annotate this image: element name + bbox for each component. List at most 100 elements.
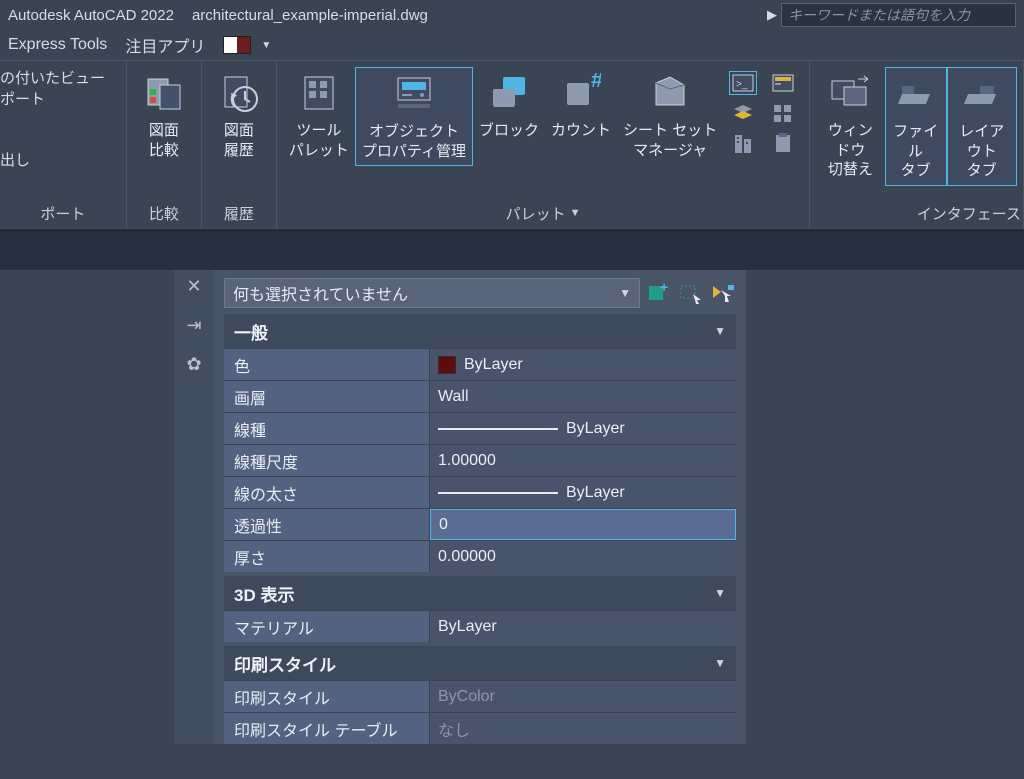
section-printstyle-label: 印刷スタイル xyxy=(234,651,336,676)
viewport-panel-title: ポート xyxy=(0,199,126,229)
prop-color-label: 色 xyxy=(224,349,430,380)
tab-express-tools[interactable]: Express Tools xyxy=(8,36,107,54)
sheet-set-manager-button[interactable]: シート セット マネージャ xyxy=(617,67,723,164)
titlebar: Autodesk AutoCAD 2022 architectural_exam… xyxy=(0,0,1024,30)
file-tabs-label: ファイル タブ xyxy=(892,122,940,181)
prop-layer-row[interactable]: 画層 Wall xyxy=(224,380,736,412)
prop-plotstyle-label: 印刷スタイル xyxy=(224,681,430,712)
section-printstyle-header[interactable]: 印刷スタイル ▼ xyxy=(224,646,736,680)
prop-linetype-row[interactable]: 線種 ByLayer xyxy=(224,412,736,444)
prop-transparency-value[interactable]: 0 xyxy=(430,509,736,540)
toggle-pickadd-icon[interactable]: + xyxy=(646,280,672,306)
drawing-area[interactable]: ✕ ⇥ ✿ 何も選択されていません ▼ + 一般 ▼ xyxy=(0,270,1024,779)
palette-small-icons-col1: >_ xyxy=(723,67,763,159)
properties-manager-button[interactable]: オブジェクト プロパティ管理 xyxy=(355,67,473,166)
switch-windows-icon xyxy=(828,71,872,115)
color-picker-swatch[interactable] xyxy=(223,36,251,54)
ribbon-tab-row: Express Tools 注目アプリ ▼ xyxy=(0,30,1024,60)
svg-text:+: + xyxy=(660,282,668,295)
section-3d-caret-icon: ▼ xyxy=(714,586,726,600)
palette-body: 何も選択されていません ▼ + 一般 ▼ 色 xyxy=(214,270,746,744)
color-picker-dropdown-icon[interactable]: ▼ xyxy=(261,40,271,51)
properties-manager-icon xyxy=(392,72,436,116)
sheet-set-manager-icon xyxy=(648,71,692,115)
blocks-button[interactable]: ブロック xyxy=(473,67,545,145)
search-input[interactable]: キーワードまたは語句を入力 xyxy=(781,3,1016,27)
prop-material-row[interactable]: マテリアル ByLayer xyxy=(224,610,736,642)
prop-ltscale-row[interactable]: 線種尺度 1.00000 xyxy=(224,444,736,476)
prop-plotstyle-row[interactable]: 印刷スタイル ByColor xyxy=(224,680,736,712)
app-name: Autodesk AutoCAD 2022 xyxy=(8,7,174,24)
building-icon[interactable] xyxy=(729,131,757,155)
viewport-btn-partial2[interactable]: 出し xyxy=(0,149,30,170)
palette-panel-label: パレット xyxy=(506,203,566,224)
prop-transparency-row[interactable]: 透過性 0 xyxy=(224,508,736,540)
count-button[interactable]: # カウント xyxy=(545,67,617,145)
palette-autohide-icon[interactable]: ⇥ xyxy=(186,315,201,336)
drawing-history-label: 図面 履歴 xyxy=(224,121,254,160)
palette-settings-icon[interactable]: ✿ xyxy=(186,354,201,375)
select-objects-icon[interactable] xyxy=(678,280,704,306)
prop-plotstyle-value: ByColor xyxy=(430,681,736,712)
section-3d-label: 3D 表示 xyxy=(234,581,294,606)
search-placeholder: キーワードまたは語句を入力 xyxy=(788,5,970,25)
svg-text:>_: >_ xyxy=(736,79,748,90)
search-expand-icon[interactable]: ▶ xyxy=(767,7,777,23)
prop-thickness-label: 厚さ xyxy=(224,541,430,572)
count-label: カウント xyxy=(551,121,611,141)
prop-plottable-row[interactable]: 印刷スタイル テーブル なし xyxy=(224,712,736,744)
history-panel-title: 履歴 xyxy=(202,199,276,229)
drawing-history-button[interactable]: 図面 履歴 xyxy=(208,67,270,164)
prop-ltscale-value[interactable]: 1.00000 xyxy=(430,445,736,476)
layout-tabs-button[interactable]: レイアウト タブ xyxy=(947,67,1017,186)
prop-lineweight-label: 線の太さ xyxy=(224,477,430,508)
palette-panel-title[interactable]: パレット ▼ xyxy=(277,199,809,229)
switch-windows-button[interactable]: ウィンドウ 切替え xyxy=(816,67,884,184)
prop-layer-value[interactable]: Wall xyxy=(430,381,736,412)
color-chip-icon xyxy=(438,356,456,374)
prop-linetype-value[interactable]: ByLayer xyxy=(430,413,736,444)
prop-thickness-value[interactable]: 0.00000 xyxy=(430,541,736,572)
tool-palettes-icon xyxy=(297,71,341,115)
palette-close-icon[interactable]: ✕ xyxy=(186,276,201,297)
selection-dropdown[interactable]: 何も選択されていません ▼ xyxy=(224,278,640,308)
prop-plottable-value: なし xyxy=(430,713,736,744)
svg-text:#: # xyxy=(591,73,601,92)
prop-thickness-row[interactable]: 厚さ 0.00000 xyxy=(224,540,736,572)
prop-transparency-label: 透過性 xyxy=(224,509,430,540)
prop-layer-label: 画層 xyxy=(224,381,430,412)
blocks-icon xyxy=(487,71,531,115)
lineweight-sample-icon xyxy=(438,492,558,494)
tool-palettes-button[interactable]: ツール パレット xyxy=(283,67,355,164)
clipboard-icon[interactable] xyxy=(769,131,797,155)
properties-small-icon[interactable] xyxy=(769,71,797,95)
sheet-set-manager-label: シート セット マネージャ xyxy=(623,121,717,160)
file-tabs-button[interactable]: ファイル タブ xyxy=(885,67,947,186)
grid-icon[interactable] xyxy=(769,101,797,125)
prop-lineweight-value[interactable]: ByLayer xyxy=(430,477,736,508)
tab-featured-apps[interactable]: 注目アプリ xyxy=(125,33,205,57)
viewport-btn-partial1[interactable]: の付いたビューポート xyxy=(0,67,120,109)
section-3d-header[interactable]: 3D 表示 ▼ xyxy=(224,576,736,610)
drawing-compare-button[interactable]: 図面 比較 xyxy=(133,67,195,164)
prop-color-value[interactable]: ByLayer xyxy=(430,349,736,380)
linetype-sample-icon xyxy=(438,428,558,430)
layer-manager-icon[interactable] xyxy=(729,101,757,125)
palette-rail: ✕ ⇥ ✿ xyxy=(174,270,214,744)
layout-tabs-icon xyxy=(960,72,1004,116)
drawing-compare-icon xyxy=(142,71,186,115)
quick-select-icon[interactable] xyxy=(710,280,736,306)
prop-material-value[interactable]: ByLayer xyxy=(430,611,736,642)
prop-lineweight-row[interactable]: 線の太さ ByLayer xyxy=(224,476,736,508)
compare-panel-title: 比較 xyxy=(127,199,201,229)
section-general-header[interactable]: 一般 ▼ xyxy=(224,314,736,348)
prop-linetype-label: 線種 xyxy=(224,413,430,444)
command-line-icon[interactable]: >_ xyxy=(729,71,757,95)
canvas-top-gap xyxy=(0,230,1024,270)
tool-palettes-label: ツール パレット xyxy=(289,121,349,160)
prop-color-row[interactable]: 色 ByLayer xyxy=(224,348,736,380)
section-general-caret-icon: ▼ xyxy=(714,324,726,338)
drawing-history-icon xyxy=(217,71,261,115)
blocks-label: ブロック xyxy=(479,121,539,141)
prop-ltscale-label: 線種尺度 xyxy=(224,445,430,476)
